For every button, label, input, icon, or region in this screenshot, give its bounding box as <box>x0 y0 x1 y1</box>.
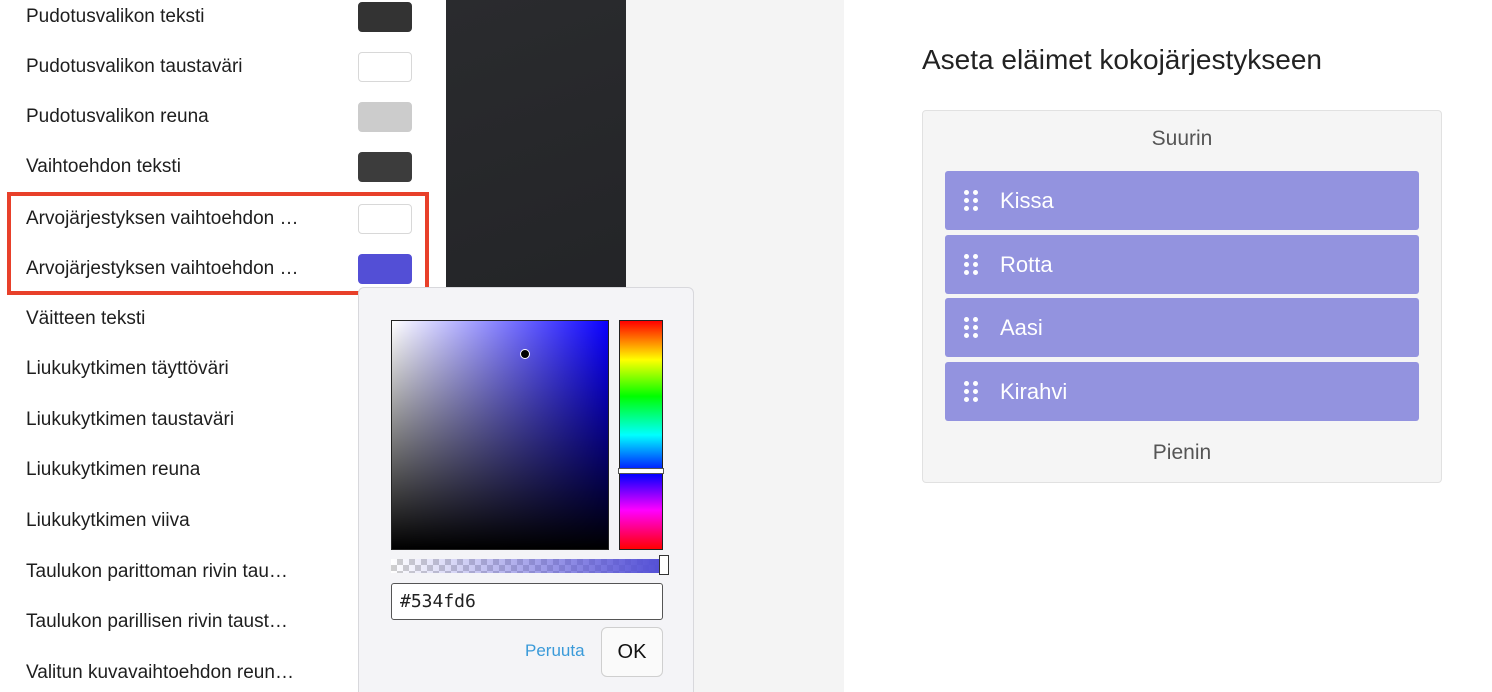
color-swatch[interactable] <box>358 152 412 182</box>
hex-input[interactable] <box>391 583 663 620</box>
setting-label: Taulukon parillisen rivin taust… <box>26 611 288 632</box>
drag-handle-icon[interactable] <box>964 253 978 276</box>
app-root: Pudotusvalikon teksti Pudotusvalikon tau… <box>0 0 1492 692</box>
saturation-handle[interactable] <box>520 349 530 359</box>
setting-label: Liukukytkimen taustaväri <box>26 409 235 430</box>
ranking-item[interactable]: Kissa <box>945 171 1419 230</box>
ranking-top-label: Suurin <box>1151 127 1213 150</box>
ranking-box: Suurin Kissa Rotta Aasi Kirahvi Pienin <box>922 110 1442 483</box>
setting-label: Taulukon parittoman rivin tau… <box>26 561 288 582</box>
ranking-item-label: Aasi <box>1000 314 1043 340</box>
setting-label: Liukukytkimen reuna <box>26 459 201 480</box>
ranking-item-label: Kissa <box>1000 187 1054 213</box>
color-swatch[interactable] <box>358 2 412 32</box>
setting-label: Liukukytkimen täyttöväri <box>26 358 229 379</box>
setting-label: Liukukytkimen viiva <box>26 510 190 531</box>
setting-row-dropdown-text[interactable]: Pudotusvalikon teksti <box>0 0 446 42</box>
drag-handle-icon[interactable] <box>964 380 978 403</box>
survey-preview: Aseta eläimet kokojärjestykseen Suurin K… <box>844 0 1492 692</box>
setting-row-dropdown-background[interactable]: Pudotusvalikon taustaväri <box>0 42 446 92</box>
ranking-item[interactable]: Rotta <box>945 235 1419 294</box>
saturation-value-area[interactable] <box>391 320 609 550</box>
drag-handle-icon[interactable] <box>964 189 978 212</box>
alpha-handle[interactable] <box>659 555 669 575</box>
hue-handle[interactable] <box>618 468 664 474</box>
ok-button[interactable]: OK <box>601 627 663 677</box>
color-picker-popup: Peruuta OK <box>358 287 694 692</box>
ranking-item[interactable]: Aasi <box>945 298 1419 357</box>
ranking-item-label: Kirahvi <box>1000 378 1068 404</box>
ranking-item[interactable]: Kirahvi <box>945 362 1419 421</box>
color-swatch[interactable] <box>358 102 412 132</box>
highlight-box <box>7 192 429 295</box>
hue-slider[interactable] <box>618 320 664 550</box>
setting-label: Valitun kuvavaihtoehdon reun… <box>26 662 294 683</box>
ranking-item-label: Rotta <box>1000 251 1053 277</box>
setting-label: Vaihtoehdon teksti <box>26 156 181 177</box>
setting-label: Pudotusvalikon teksti <box>26 6 205 27</box>
drag-handle-icon[interactable] <box>964 316 978 339</box>
setting-label: Väitteen teksti <box>26 308 146 329</box>
question-title: Aseta eläimet kokojärjestykseen <box>922 44 1322 75</box>
setting-label: Pudotusvalikon taustaväri <box>26 56 243 77</box>
setting-row-dropdown-border[interactable]: Pudotusvalikon reuna <box>0 92 446 142</box>
color-swatch[interactable] <box>358 52 412 82</box>
alpha-slider[interactable] <box>391 555 669 575</box>
cancel-link[interactable]: Peruuta <box>525 641 585 661</box>
setting-row-option-text[interactable]: Vaihtoehdon teksti <box>0 142 446 192</box>
setting-label: Pudotusvalikon reuna <box>26 106 209 127</box>
ranking-bottom-label: Pienin <box>1152 441 1212 464</box>
